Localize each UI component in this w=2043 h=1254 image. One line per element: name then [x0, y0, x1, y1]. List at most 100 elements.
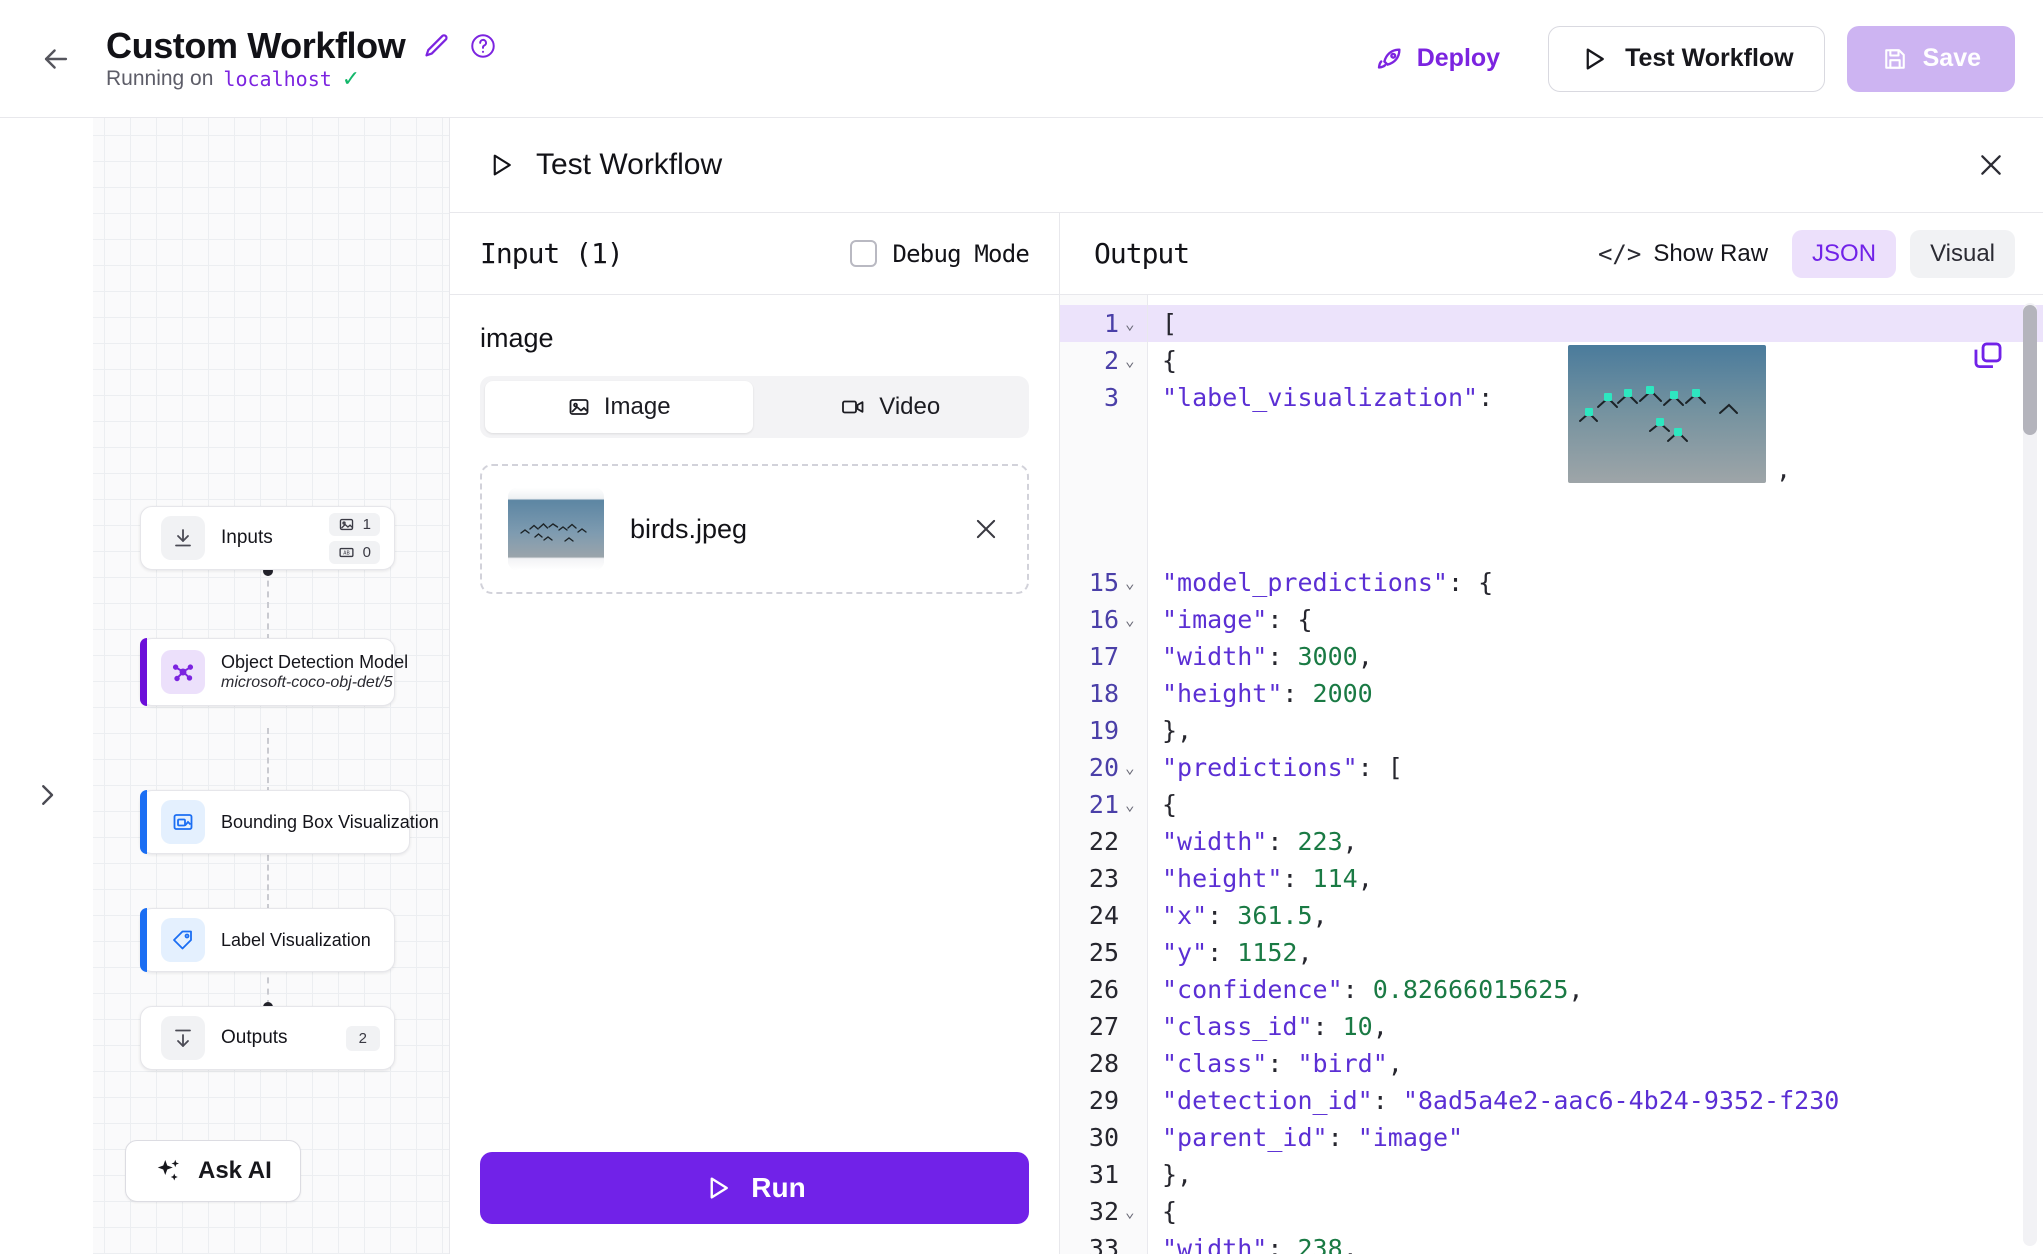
tab-video[interactable]: Video: [757, 381, 1025, 433]
code-token: },: [1162, 1160, 1193, 1189]
code-token: 10: [1342, 1012, 1373, 1041]
node-outputs[interactable]: Outputs 2: [140, 1006, 395, 1070]
fold-chevron-icon[interactable]: ⌄: [1125, 573, 1137, 592]
fold-chevron-icon[interactable]: ⌄: [1125, 314, 1137, 333]
line-number-value: 18: [1088, 679, 1119, 708]
fold-chevron-icon[interactable]: ⌄: [1125, 351, 1137, 370]
workflow-builder-app: Custom Workflow Running on localhost ✓ D…: [0, 0, 2043, 1254]
tab-image[interactable]: Image: [485, 381, 753, 433]
code-token: :: [1312, 1012, 1343, 1041]
running-prefix: Running on: [106, 67, 214, 91]
line-number: 19: [1060, 712, 1147, 749]
code-token: {: [1162, 790, 1178, 819]
line-number: [1060, 490, 1147, 527]
page-title: Custom Workflow: [106, 24, 406, 66]
debug-mode-checkbox[interactable]: [849, 240, 877, 267]
fold-chevron-icon[interactable]: ⌄: [1125, 1202, 1137, 1221]
save-label: Save: [1922, 44, 1981, 72]
code-token: "width": [1162, 642, 1268, 671]
code-token: "8ad5a4e2-aac6-4b24-9352-f230: [1402, 1086, 1840, 1115]
play-icon: [710, 1177, 729, 1199]
pencil-icon[interactable]: [423, 32, 451, 60]
running-status: Running on localhost ✓: [106, 67, 497, 91]
line-number: 16 ⌄: [1060, 601, 1147, 638]
output-scrollbar-thumb[interactable]: [2023, 305, 2037, 435]
line-number-value: 1: [1103, 309, 1119, 338]
line-number: [1060, 416, 1147, 453]
line-number: 26: [1060, 971, 1147, 1008]
code-token: ,: [1568, 975, 1584, 1004]
back-button[interactable]: [28, 31, 84, 87]
label-visualization-preview: [1568, 345, 1766, 483]
code-token: 114: [1312, 864, 1358, 893]
show-raw-button[interactable]: </> Show Raw: [1588, 234, 1778, 274]
node-label-visualization[interactable]: Label Visualization: [140, 908, 395, 972]
save-button[interactable]: Save: [1846, 25, 2015, 92]
code-token: "detection_id": [1162, 1086, 1373, 1115]
line-number: [1060, 453, 1147, 490]
panel-title-block: Test Workflow: [486, 148, 722, 182]
json-output-viewer[interactable]: 1 ⌄ 2 ⌄ 3 15 ⌄ 16 ⌄ 17 18 19 20 ⌄ 21 ⌄ 22 23 24 25 26 27 28 29 3…: [1060, 295, 2043, 1254]
code-token: 238: [1297, 1234, 1343, 1254]
file-dropzone[interactable]: birds.jpeg: [480, 464, 1029, 594]
line-number: 24: [1060, 897, 1147, 934]
code-token: "image": [1357, 1123, 1464, 1152]
view-toggle-json[interactable]: JSON: [1792, 229, 1897, 278]
node-inputs[interactable]: Inputs 1 AB 0: [140, 506, 395, 570]
code-token: "predictions": [1162, 753, 1358, 782]
close-icon[interactable]: [1975, 149, 2007, 181]
line-number-value: 23: [1088, 864, 1119, 893]
fold-chevron-icon[interactable]: ⌄: [1125, 610, 1137, 629]
image-box-icon: [161, 800, 205, 844]
download-arrow-icon: [161, 516, 205, 560]
connector-3: [267, 845, 269, 910]
deploy-button[interactable]: Deploy: [1361, 36, 1514, 82]
node-bounding-box-text: Bounding Box Visualization: [221, 811, 439, 834]
node-title: Object Detection Model: [221, 651, 409, 672]
svg-text:AB: AB: [343, 550, 349, 556]
image-field-label: image: [480, 323, 554, 353]
image-icon: [569, 399, 589, 415]
tag-icon: [161, 918, 205, 962]
debug-mode-toggle[interactable]: Debug Mode: [849, 239, 1030, 268]
run-label: Run: [751, 1172, 806, 1203]
code-line: "predictions": [: [1148, 749, 2043, 786]
line-number: 2 ⌄: [1060, 342, 1147, 379]
node-object-detection-model[interactable]: Object Detection Model microsoft-coco-ob…: [140, 638, 409, 706]
test-workflow-label: Test Workflow: [1625, 44, 1794, 72]
code-token: :: [1282, 679, 1313, 708]
ask-ai-button[interactable]: Ask AI: [125, 1140, 301, 1202]
code-token: {: [1162, 346, 1178, 375]
code-token: },: [1162, 716, 1193, 745]
code-token: :: [1478, 383, 1494, 412]
debug-mode-label: Debug Mode: [892, 239, 1030, 268]
code-token: {: [1162, 1197, 1178, 1226]
code-line: {: [1148, 1193, 2043, 1230]
line-number: 27: [1060, 1008, 1147, 1045]
workflow-canvas[interactable]: Inputs 1 AB 0 Object Detection Model mic…: [0, 118, 450, 1254]
fold-chevron-icon[interactable]: ⌄: [1125, 795, 1137, 814]
input-column-header: Input (1) Debug Mode: [450, 213, 1059, 295]
code-content[interactable]: , [ { "label_visualization": "model_pred…: [1148, 295, 2043, 1254]
node-bounding-box-visualization[interactable]: Bounding Box Visualization: [140, 790, 439, 854]
fold-chevron-icon[interactable]: ⌄: [1125, 758, 1137, 777]
question-circle-icon[interactable]: [469, 32, 497, 60]
test-workflow-button[interactable]: Test Workflow: [1548, 25, 1825, 92]
line-number: 33: [1060, 1230, 1147, 1254]
remove-file-icon[interactable]: [971, 514, 1001, 544]
view-toggle-visual[interactable]: Visual: [1910, 229, 2015, 278]
code-token: :: [1282, 864, 1313, 893]
birds-thumbnail-image: [508, 488, 604, 570]
expand-panel-button[interactable]: [30, 778, 64, 812]
birds-preview-image: [1568, 345, 1766, 483]
node-title: Outputs: [221, 1027, 288, 1049]
code-token: :: [1267, 827, 1298, 856]
output-column-header: Output </> Show Raw JSON Visual: [1060, 213, 2043, 295]
copy-icon[interactable]: [1971, 339, 2005, 378]
code-token: : {: [1447, 568, 1494, 597]
code-line: "height": 2000: [1148, 675, 2043, 712]
media-type-tabs: Image Video: [480, 376, 1029, 438]
run-button[interactable]: Run: [480, 1152, 1029, 1224]
connector-4: [267, 966, 269, 1006]
